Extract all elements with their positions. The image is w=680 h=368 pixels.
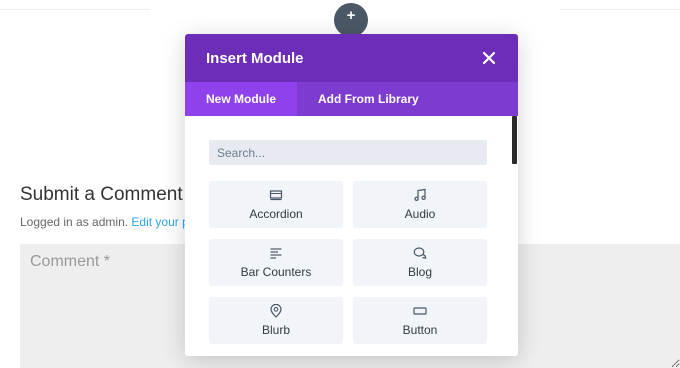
scrollbar[interactable] bbox=[512, 116, 517, 164]
blog-bubbles-icon bbox=[413, 247, 427, 260]
page-divider bbox=[560, 9, 680, 10]
comment-heading: Submit a Comment bbox=[20, 184, 183, 205]
module-button[interactable]: Button bbox=[353, 297, 487, 344]
module-label: Button bbox=[402, 323, 438, 337]
tab-add-from-library[interactable]: Add From Library bbox=[297, 82, 440, 116]
module-grid: Accordion Audio Bar Counters Blog Blurb … bbox=[209, 181, 487, 344]
modal-title: Insert Module bbox=[206, 49, 304, 67]
module-blog[interactable]: Blog bbox=[353, 239, 487, 286]
edit-profile-link[interactable]: Edit your p bbox=[131, 215, 188, 229]
module-label: Blurb bbox=[261, 323, 290, 337]
module-blurb[interactable]: Blurb bbox=[209, 297, 343, 344]
modal-body: Accordion Audio Bar Counters bbox=[185, 116, 518, 356]
modal-tabs: New Module Add From Library bbox=[185, 82, 518, 116]
search-input[interactable] bbox=[209, 140, 487, 165]
module-accordion[interactable]: Accordion bbox=[209, 181, 343, 228]
accordion-icon bbox=[269, 190, 283, 201]
bar-counters-icon bbox=[270, 248, 282, 259]
logged-in-note: Logged in as admin. Edit your p bbox=[20, 215, 189, 229]
module-label: Blog bbox=[407, 265, 433, 279]
add-module-button[interactable]: + bbox=[334, 3, 368, 37]
module-audio[interactable]: Audio bbox=[353, 181, 487, 228]
button-rect-icon bbox=[413, 307, 427, 315]
tab-new-module[interactable]: New Module bbox=[185, 82, 298, 116]
modal-header: Insert Module bbox=[185, 34, 518, 82]
blurb-pin-icon bbox=[270, 304, 282, 318]
page-divider bbox=[0, 9, 150, 10]
module-label: Accordion bbox=[249, 207, 303, 221]
module-label: Audio bbox=[404, 207, 436, 221]
module-bar-counters[interactable]: Bar Counters bbox=[209, 239, 343, 286]
close-icon[interactable] bbox=[482, 51, 496, 65]
module-label: Bar Counters bbox=[240, 265, 312, 279]
insert-module-modal: Insert Module New Module Add From Librar… bbox=[185, 34, 518, 356]
music-note-icon bbox=[414, 188, 426, 201]
logged-in-text: Logged in as admin. bbox=[20, 215, 132, 229]
plus-icon: + bbox=[346, 7, 356, 24]
